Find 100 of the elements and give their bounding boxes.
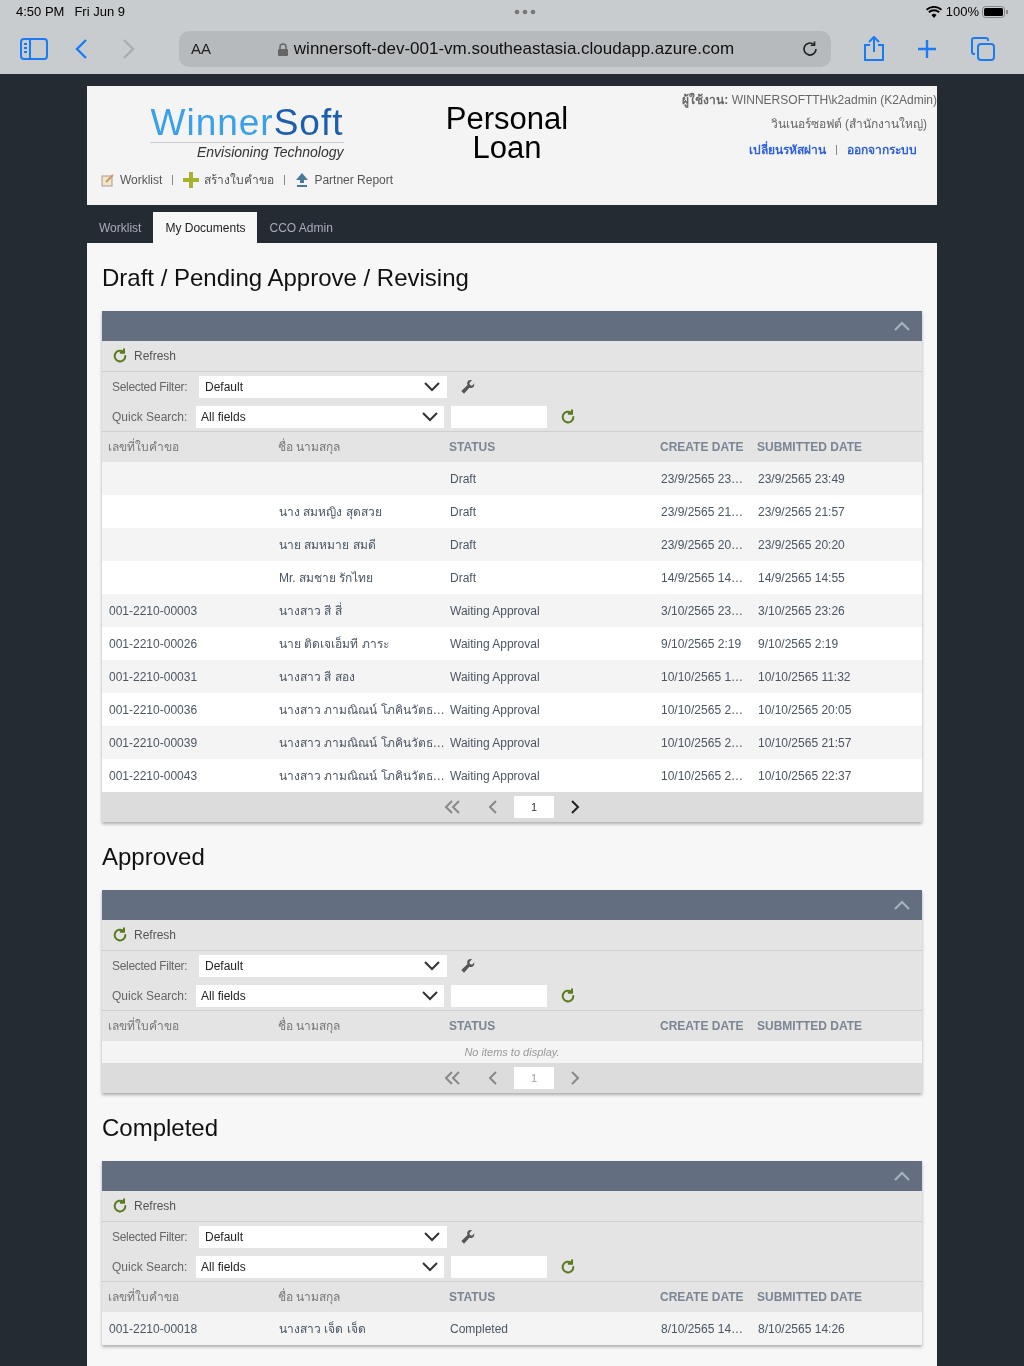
back-icon[interactable] (74, 38, 88, 60)
table-cell-text: Draft (450, 536, 477, 554)
refresh-icon (112, 1198, 128, 1214)
table-cell-text: Waiting Approval (450, 668, 541, 686)
battery-percent: 100% (945, 3, 979, 22)
first-page-icon[interactable] (444, 800, 462, 814)
table-cell-text: 10/10/2565 21:57 (758, 734, 853, 752)
plus-icon[interactable] (917, 39, 937, 59)
section-title: Approved (102, 842, 206, 872)
chevron-down-icon (423, 381, 441, 393)
collapse-icon[interactable] (894, 900, 910, 910)
column-header[interactable]: เลขที่ใบคำขอ (108, 1017, 278, 1035)
table-cell-text: นาย สมหมาย สมดี (279, 536, 377, 554)
search-refresh-icon (560, 1258, 576, 1275)
filter-dropdown[interactable]: Default (199, 376, 447, 398)
column-header[interactable]: เลขที่ใบคำขอ (108, 438, 278, 456)
table-cell-text: 001-2210-00018 (109, 1320, 199, 1338)
table-cell-text: 23/9/2565 23… (661, 470, 745, 488)
search-field-dropdown[interactable]: All fields (196, 405, 444, 428)
battery-icon (982, 6, 1008, 18)
chevron-down-icon (421, 1260, 439, 1273)
search-label: Quick Search: (112, 408, 189, 426)
share-icon[interactable] (863, 36, 885, 62)
table-cell-text: 9/10/2565 2:19 (661, 635, 743, 653)
filter-label: Selected Filter: (112, 958, 189, 975)
collapse-icon[interactable] (894, 321, 910, 331)
table-cell-text: 001-2210-00043 (109, 767, 199, 785)
reload-icon[interactable] (801, 40, 819, 58)
table-cell-text: 3/10/2565 23:26 (758, 602, 846, 620)
user-info: ผู้ใช้งาน: WINNERSOFTTH\k2admin (K2Admin) (682, 91, 937, 109)
sidebar-icon[interactable] (20, 38, 48, 60)
notepad-icon (100, 173, 115, 187)
table-cell-text: 001-2210-00031 (109, 668, 199, 686)
search-input[interactable] (451, 984, 547, 1007)
table-cell-text: 8/10/2565 14:26 (758, 1320, 846, 1338)
table-cell-text: Waiting Approval (450, 767, 541, 785)
refresh-button[interactable]: Refresh (112, 1197, 177, 1215)
app-title: Personal Loan (444, 100, 570, 167)
previous-page-icon[interactable] (488, 800, 498, 814)
table-cell-text: 23/9/2565 20… (661, 536, 745, 554)
wrench-icon[interactable] (460, 958, 476, 974)
search-label: Quick Search: (112, 1258, 189, 1276)
wrench-icon[interactable] (460, 1229, 476, 1245)
refresh-button[interactable]: Refresh (112, 926, 177, 944)
next-page-icon[interactable] (570, 800, 580, 814)
filter-label: Selected Filter: (112, 379, 189, 396)
page-number[interactable]: 1 (514, 796, 554, 818)
search-input[interactable] (451, 1255, 547, 1278)
more-icon[interactable] (514, 9, 537, 15)
chevron-down-icon (421, 410, 439, 423)
first-page-icon[interactable] (444, 1071, 462, 1085)
organization: วินเนอร์ซอฟต์ (สำนักงานใหญ่) (770, 116, 927, 133)
table-cell-text: 001-2210-00003 (109, 602, 199, 620)
table-cell-text: Draft (450, 569, 477, 587)
tab[interactable]: Worklist (87, 212, 154, 243)
table-cell-text: นาย ติดเจเอ็มที ภาระ (279, 635, 390, 653)
tab[interactable]: CCO Admin (257, 212, 345, 243)
table-cell-text: Waiting Approval (450, 602, 541, 620)
table-cell-text: 14/9/2565 14… (661, 569, 745, 587)
user-link[interactable]: เปลี่ยนรหัสผ่าน (749, 141, 826, 159)
table-cell-text: 3/10/2565 23… (661, 602, 745, 620)
lock-icon (277, 42, 288, 56)
table-cell-text: Waiting Approval (450, 701, 541, 719)
search-refresh-icon (560, 987, 576, 1004)
table-cell-text: 8/10/2565 14… (661, 1320, 745, 1338)
table-cell-text: Waiting Approval (450, 635, 541, 653)
search-input[interactable] (451, 405, 547, 428)
column-header[interactable]: ชื่อ นามสกุล (278, 438, 449, 456)
column-header[interactable]: ชื่อ นามสกุล (278, 1017, 449, 1035)
nav-link[interactable]: Worklist (100, 171, 163, 189)
search-field-dropdown[interactable]: All fields (196, 984, 444, 1007)
wrench-icon[interactable] (460, 379, 476, 395)
forward-icon[interactable] (122, 38, 136, 60)
logo: WinnerSoft Envisioning Technology (150, 104, 344, 161)
search-refresh-icon (560, 408, 576, 425)
column-header[interactable]: ชื่อ นามสกุล (278, 1288, 449, 1306)
table-cell-text: 10/10/2565 22:37 (758, 767, 853, 785)
filter-dropdown[interactable]: Default (199, 955, 447, 977)
tabs-icon[interactable] (971, 37, 995, 61)
table-cell-text: นาง สมหญิง สุดสวย (279, 503, 383, 521)
table-cell-text: นางสาว ภามณิณน์ โภคินวัตธ… (279, 734, 446, 752)
filter-dropdown[interactable]: Default (199, 1226, 447, 1248)
tab[interactable]: My Documents (153, 212, 258, 243)
section-title: Draft / Pending Approve / Revising (102, 263, 470, 293)
column-header[interactable]: เลขที่ใบคำขอ (108, 1288, 278, 1306)
text-size-button[interactable]: AA (191, 37, 211, 61)
chevron-down-icon (421, 989, 439, 1002)
nav-link[interactable]: Partner Report (295, 171, 394, 189)
search-field-dropdown[interactable]: All fields (196, 1255, 444, 1278)
table-cell-text: นางสาว สี สอง (279, 668, 356, 686)
table-cell-text: Waiting Approval (450, 734, 541, 752)
previous-page-icon[interactable] (488, 1071, 498, 1085)
user-link[interactable]: ออกจากระบบ (847, 141, 917, 159)
table-cell-text: นางสาว สี สี่ (279, 601, 343, 620)
refresh-button[interactable]: Refresh (112, 347, 177, 365)
upload-arrow-icon (295, 172, 310, 188)
nav-link[interactable]: สร้างใบคำขอ (183, 171, 275, 189)
collapse-icon[interactable] (894, 1171, 910, 1181)
address-bar[interactable]: AA winnersoft-dev-001-vm.southeastasia.cloudapp.azure.com (179, 31, 831, 67)
refresh-icon (112, 348, 128, 364)
